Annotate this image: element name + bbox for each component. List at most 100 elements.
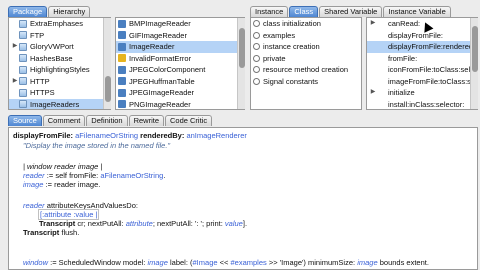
method-label: initialize [388, 88, 415, 97]
class-item[interactable]: JPEGImageReader [116, 87, 244, 99]
bottom-tabbar: Source Comment Definition Rewrite Code C… [8, 114, 213, 126]
tab-instance[interactable]: Instance [250, 6, 289, 17]
category-icon [253, 54, 260, 62]
category-item[interactable]: examples [251, 30, 361, 42]
package-list[interactable]: ExtraEmphases FTP ▶ GloryVWPort HashesBase Hi… [8, 17, 111, 110]
category-label: Signal constants [263, 76, 319, 86]
method-scrollbar[interactable] [470, 18, 478, 109]
class-list[interactable]: BMPImageReader GIFImageReader ImageReader I… [115, 17, 245, 110]
tab-comment[interactable]: Comment [42, 115, 86, 126]
package-item[interactable]: ▶ GloryVWPort [9, 41, 110, 53]
category-list[interactable]: class initialization examples instance cre… [250, 17, 362, 110]
category-item[interactable]: private [251, 53, 361, 65]
category-item[interactable]: instance creation [251, 41, 361, 53]
method-label: iconFromFile:toClass:selecto [388, 65, 478, 74]
class-item[interactable]: JPEGHuffmanTable [116, 76, 244, 88]
method-icon [377, 31, 385, 39]
tab-source[interactable]: Source [8, 115, 42, 126]
class-label: ImageReader [129, 42, 175, 51]
package-icon [19, 19, 27, 28]
code-line-image: image := reader image. [23, 180, 101, 189]
method-label: displayFromFile:renderedBy: [388, 42, 478, 51]
category-item[interactable]: resource method creation [251, 64, 361, 76]
method-icon [377, 100, 385, 108]
category-icon [253, 20, 260, 28]
tab-class[interactable]: Class [289, 6, 319, 17]
category-item[interactable]: Signal constants [251, 76, 361, 88]
category-icon [253, 66, 260, 74]
category-label: class initialization [263, 19, 321, 28]
tab-definition[interactable]: Definition [86, 115, 128, 126]
method-label: imageFromFile:toClass:selecto [388, 76, 477, 86]
class-label: InvalidFormatError [129, 53, 192, 63]
method-item[interactable]: displayFromFile: [367, 30, 477, 42]
tab-code-critic[interactable]: Code Critic [165, 115, 213, 126]
mid-tabbar: Instance Class Shared Variable Instance … [250, 5, 451, 17]
class-item[interactable]: BMPImageReader [116, 18, 244, 30]
package-label: HTTP [30, 76, 50, 86]
class-item[interactable]: PNGImageReader [116, 99, 244, 110]
category-label: instance creation [263, 42, 320, 51]
tab-package[interactable]: Package [8, 6, 48, 17]
class-label: BMPImageReader [129, 19, 191, 28]
tab-rewrite[interactable]: Rewrite [128, 115, 164, 126]
method-icon [377, 20, 385, 28]
method-list[interactable]: ▶ canRead: displayFromFile: displayFromFile… [366, 17, 478, 110]
package-label: GloryVWPort [30, 42, 74, 51]
tab-instance-variable[interactable]: Instance Variable [383, 6, 451, 17]
package-item[interactable]: HighlightingStyles [9, 64, 110, 76]
package-scrollbar[interactable] [103, 18, 111, 109]
method-item[interactable]: fromFile: [367, 53, 477, 65]
method-scroll-thumb[interactable] [472, 26, 478, 72]
method-item[interactable]: ▶ initialize [367, 87, 477, 99]
class-scrollbar[interactable] [237, 18, 245, 109]
category-item[interactable]: class initialization [251, 18, 361, 30]
code-line-transcript-flush: Transcript flush. [23, 228, 80, 237]
package-icon [19, 31, 27, 40]
category-icon [253, 43, 260, 51]
tab-shared-variable[interactable]: Shared Variable [319, 6, 383, 17]
class-icon [118, 88, 126, 97]
tab-hierarchy[interactable]: Hierarchy [48, 6, 91, 17]
method-item[interactable]: iconFromFile:toClass:selecto [367, 64, 477, 76]
class-scroll-thumb[interactable] [239, 28, 245, 68]
expand-triangle-icon[interactable]: ▶ [369, 18, 377, 30]
method-icon [377, 66, 385, 74]
method-label: fromFile: [388, 53, 418, 63]
method-icon [377, 89, 385, 97]
class-item[interactable]: JPEGColorComponent [116, 64, 244, 76]
code-line-block-args: [:attribute :value | [37, 209, 100, 220]
expand-triangle-icon[interactable]: ▶ [369, 87, 377, 99]
class-item[interactable]: InvalidFormatError [116, 53, 244, 65]
package-icon [19, 54, 27, 63]
package-item[interactable]: FTP [9, 30, 110, 42]
package-label: HashesBase [30, 53, 73, 63]
package-item[interactable]: HashesBase [9, 53, 110, 65]
source-editor[interactable]: displayFromFile: aFilenameOrString rende… [8, 127, 478, 270]
package-scroll-thumb[interactable] [105, 76, 111, 102]
method-item[interactable]: install:inClass:selector: [367, 99, 477, 110]
class-label: GIFImageReader [129, 30, 187, 40]
method-icon [377, 43, 385, 51]
package-icon [19, 88, 27, 97]
package-item[interactable]: HTTPS [9, 87, 110, 99]
package-item[interactable]: ▶ HTTP [9, 76, 110, 88]
method-item[interactable]: displayFromFile:renderedBy: [367, 41, 477, 53]
class-icon [118, 31, 126, 40]
expand-triangle-icon[interactable]: ▶ [11, 76, 19, 88]
error-class-icon [118, 54, 126, 63]
package-icon [19, 65, 27, 74]
package-item[interactable]: ImageReaders [9, 98, 110, 109]
category-label: resource method creation [263, 65, 349, 74]
class-item[interactable]: GIFImageReader [116, 30, 244, 42]
method-item[interactable]: imageFromFile:toClass:selecto [367, 76, 477, 88]
class-icon [118, 42, 126, 51]
code-line-attributes: reader attributeKeysAndValuesDo: [23, 201, 138, 210]
category-label: examples [263, 30, 296, 40]
package-item[interactable]: ExtraEmphases [9, 18, 110, 30]
method-comment: "Display the image stored in the named f… [23, 141, 171, 150]
method-icon [377, 54, 385, 62]
expand-triangle-icon[interactable]: ▶ [11, 41, 19, 53]
class-icon [118, 65, 126, 74]
class-item[interactable]: ImageReader [116, 41, 244, 53]
